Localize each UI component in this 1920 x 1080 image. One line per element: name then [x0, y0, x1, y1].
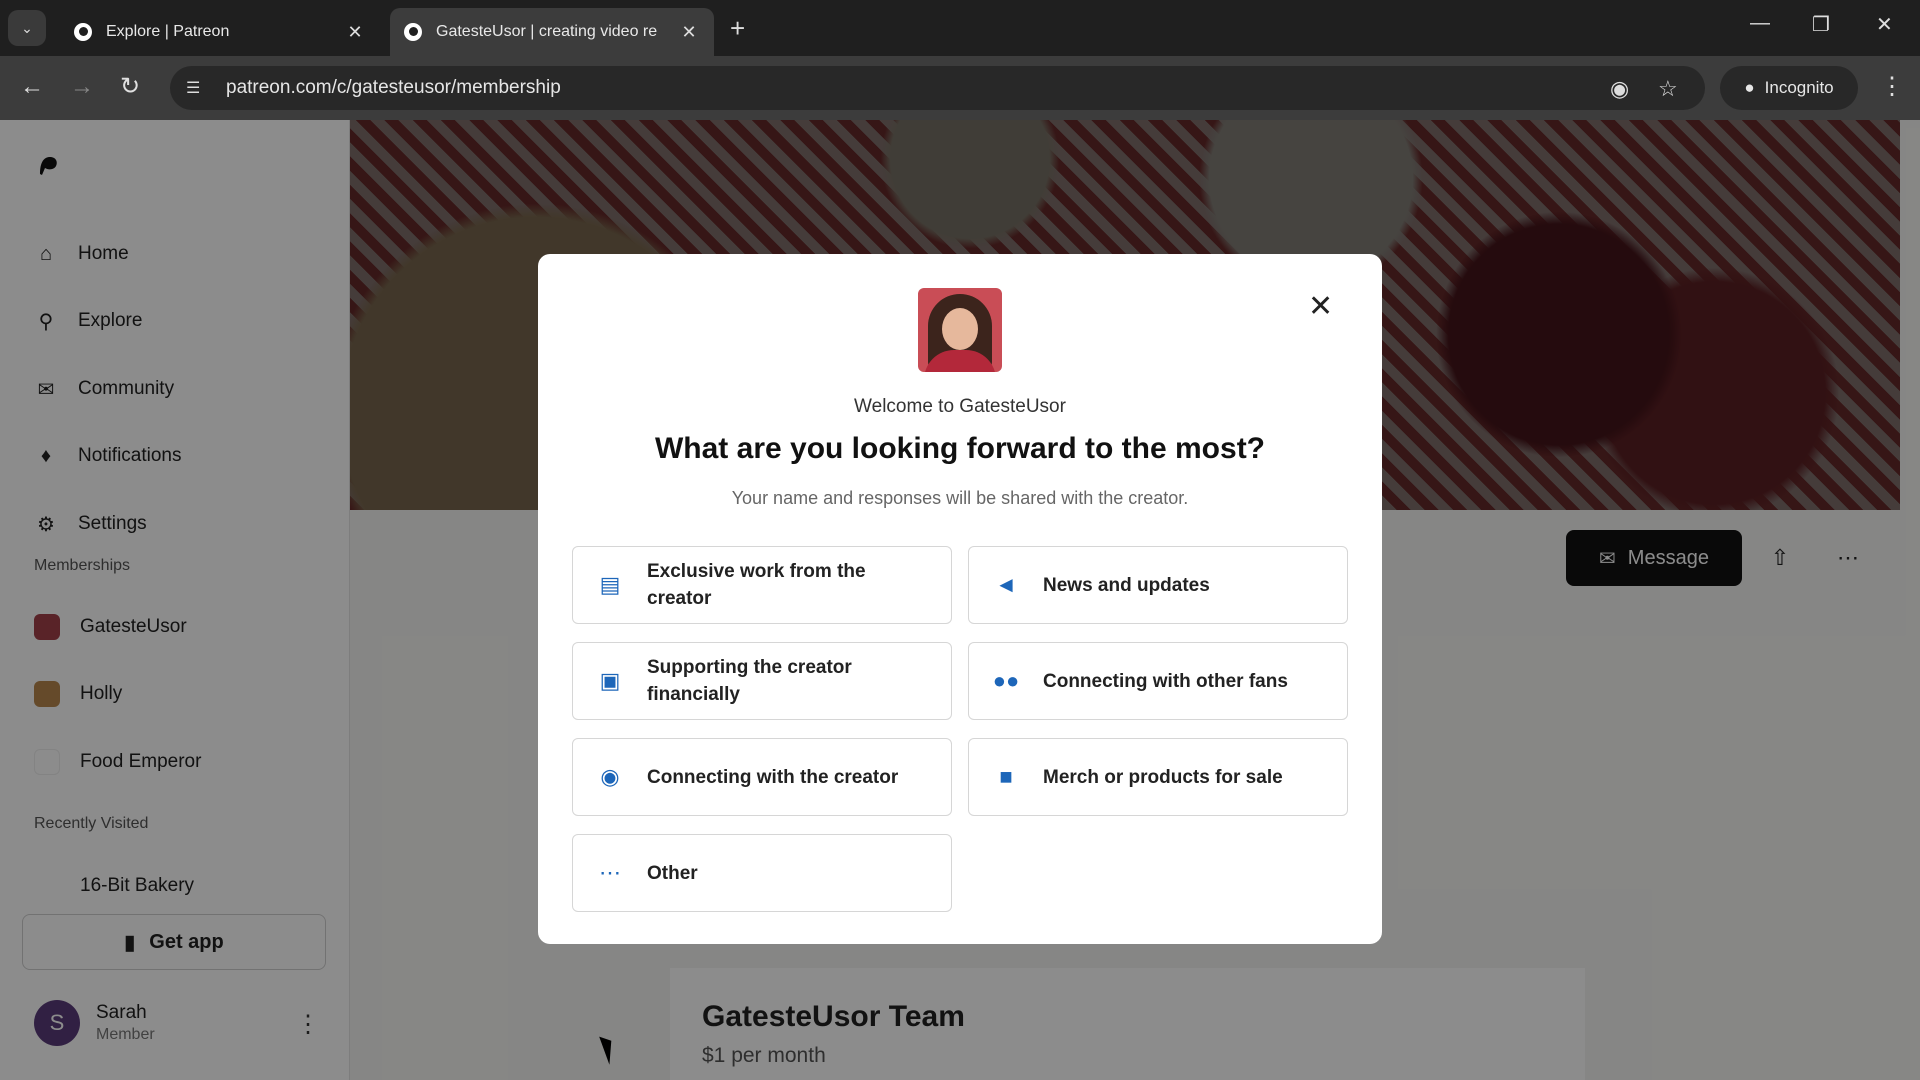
privacy-note: Your name and responses will be shared w…: [731, 488, 1189, 508]
document-icon: ▤: [599, 572, 621, 597]
welcome-survey-modal: ✕ Welcome to GatesteUsor What are you lo…: [538, 254, 1382, 944]
close-tab-icon[interactable]: ✕: [344, 22, 366, 43]
option-label: Other: [647, 862, 698, 884]
modal-title: What are you looking forward to the most…: [654, 432, 1266, 465]
patreon-favicon-icon: [404, 23, 422, 41]
window-close-icon[interactable]: ✕: [1876, 12, 1893, 37]
incognito-badge[interactable]: ● Incognito: [1720, 66, 1858, 110]
option-connecting-creator[interactable]: ◉ Connecting with the creator: [572, 738, 952, 816]
people-icon: ●●: [992, 668, 1020, 693]
option-other[interactable]: ⋯ Other: [572, 834, 952, 912]
option-label: Supporting the creator financially: [647, 657, 852, 705]
option-label: Connecting with the creator: [647, 766, 899, 788]
option-connecting-fans[interactable]: ●● Connecting with other fans: [968, 642, 1348, 720]
browser-menu-icon[interactable]: ⋮: [1880, 72, 1904, 101]
forward-arrow-icon[interactable]: →: [70, 72, 94, 102]
incognito-label: Incognito: [1764, 78, 1834, 97]
bookmark-star-icon[interactable]: ☆: [1658, 76, 1678, 102]
close-tab-icon[interactable]: ✕: [678, 22, 700, 43]
more-icon: ⋯: [599, 860, 621, 885]
option-merch[interactable]: ■ Merch or products for sale: [968, 738, 1348, 816]
browser-tab-bar: ⌄ Explore | Patreon ✕ GatesteUsor | crea…: [0, 0, 1920, 56]
option-exclusive-work[interactable]: ▤ Exclusive work from the creator: [572, 546, 952, 624]
option-news-updates[interactable]: ◄ News and updates: [968, 546, 1348, 624]
address-bar[interactable]: ☰ patreon.com/c/gatesteusor/membership ◉…: [170, 66, 1705, 110]
welcome-text: Welcome to GatesteUsor: [854, 396, 1066, 417]
option-label: Merch or products for sale: [1043, 766, 1283, 788]
incognito-icon: ●: [1744, 78, 1755, 97]
gift-icon: ▣: [599, 668, 621, 693]
megaphone-icon: ◄: [995, 572, 1017, 597]
option-label: Connecting with other fans: [1043, 670, 1288, 692]
eye-off-icon[interactable]: ◉: [1610, 76, 1629, 102]
chat-icon: ◉: [600, 764, 620, 789]
restore-icon[interactable]: ❐: [1812, 12, 1830, 37]
option-supporting-financially[interactable]: ▣ Supporting the creator financially: [572, 642, 952, 720]
browser-toolbar: ← → ↻ ☰ patreon.com/c/gatesteusor/member…: [0, 56, 1920, 120]
option-label: News and updates: [1043, 574, 1210, 596]
back-arrow-icon[interactable]: ←: [20, 72, 44, 102]
creator-avatar: [918, 288, 1002, 372]
tab-search-icon[interactable]: ⌄: [8, 10, 46, 46]
reload-icon[interactable]: ↻: [120, 72, 140, 102]
browser-tab-gatesteusor[interactable]: GatesteUsor | creating video re ✕: [390, 8, 714, 56]
tab-title: Explore | Patreon: [106, 23, 230, 40]
option-label: Exclusive work from the creator: [647, 561, 866, 609]
browser-tab-explore[interactable]: Explore | Patreon ✕: [60, 8, 380, 56]
new-tab-icon[interactable]: +: [730, 14, 745, 42]
bag-icon: ■: [999, 764, 1013, 789]
minimize-icon[interactable]: —: [1750, 12, 1770, 35]
patreon-favicon-icon: [74, 23, 92, 41]
close-icon[interactable]: ✕: [1308, 292, 1333, 322]
site-settings-icon[interactable]: ☰: [186, 78, 208, 98]
url-text: patreon.com/c/gatesteusor/membership: [226, 77, 561, 98]
tab-title: GatesteUsor | creating video re: [436, 23, 658, 40]
